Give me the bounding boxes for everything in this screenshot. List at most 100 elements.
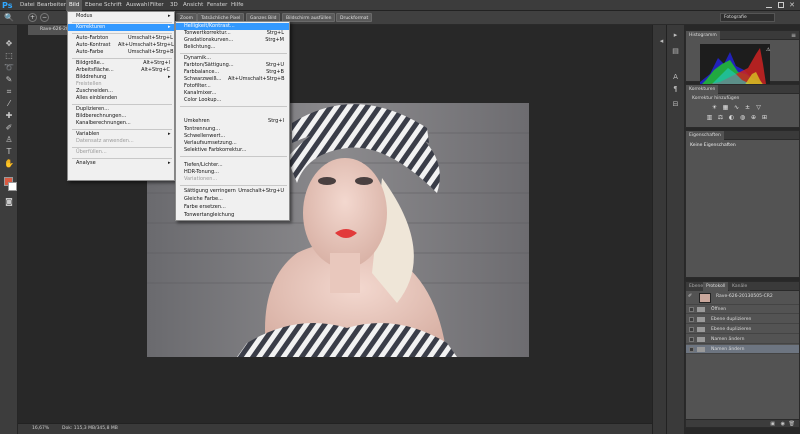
vibrance-icon[interactable]: ▽	[754, 104, 763, 112]
trash-icon[interactable]: 🗑	[789, 420, 795, 428]
tab-channels[interactable]: Kanäle	[729, 282, 751, 291]
color-lookup-icon[interactable]: ⊞	[760, 114, 769, 122]
tab-properties[interactable]: Eigenschaften	[686, 131, 724, 140]
menu-item-ueberfuellen[interactable]: Überfüllen...	[68, 149, 174, 156]
history-item-selected[interactable]: Namen ändern	[686, 345, 799, 354]
hue-saturation-icon[interactable]: ▥	[705, 114, 714, 122]
zoom-level[interactable]: 16,67%	[32, 424, 49, 434]
menu-item-kanalmixer[interactable]: Kanalmixer...	[176, 90, 289, 97]
menu-item-freistellen[interactable]: Freistellen	[68, 81, 174, 88]
menu-3d[interactable]: 3D	[170, 0, 178, 11]
lasso-tool-icon[interactable]: ➰	[3, 63, 15, 73]
menu-item-duplizieren[interactable]: Duplizieren...	[68, 106, 174, 113]
panel-menu-icon[interactable]: ≡	[791, 31, 796, 40]
brush-settings-icon[interactable]: ▤	[670, 47, 681, 56]
history-item[interactable]: Ebene duplizieren	[686, 315, 799, 324]
print-size-button[interactable]: Druckformat	[336, 13, 373, 22]
tab-history[interactable]: Protokoll	[703, 282, 729, 291]
menu-item-hdr-tonung[interactable]: HDR-Tonung...	[176, 169, 289, 176]
histogram-warning-icon[interactable]: ⚠	[766, 47, 770, 53]
exposure-icon[interactable]: ±	[743, 104, 752, 112]
zoom-in-icon[interactable]: +	[28, 13, 37, 22]
menu-item-kanalberechnungen[interactable]: Kanalberechnungen...	[68, 120, 174, 127]
fill-screen-button[interactable]: Bildschirm ausfüllen	[282, 13, 336, 22]
menu-item-farbton-saettigung[interactable]: Farbton/Sättigung... Strg+U	[176, 62, 289, 69]
tool-presets-icon[interactable]: ⊟	[670, 100, 681, 109]
menu-item-korrekturen[interactable]: Korrekturen ▸	[68, 24, 174, 31]
character-icon[interactable]: A	[670, 73, 681, 82]
menu-item-variablen[interactable]: Variablen ▸	[68, 131, 174, 138]
workspace-select[interactable]: Fotografie	[720, 13, 775, 22]
menu-fenster[interactable]: Fenster	[207, 0, 227, 11]
move-tool-icon[interactable]: ✥	[3, 39, 15, 49]
menu-item-verlaufsumsetzung[interactable]: Verlaufsumsetzung...	[176, 140, 289, 147]
menu-item-bildgroesse[interactable]: Bildgröße... Alt+Strg+I	[68, 60, 174, 67]
menu-item-auto-kontrast[interactable]: Auto-Kontrast Alt+Umschalt+Strg+L	[68, 42, 174, 49]
menu-item-analyse[interactable]: Analyse ▸	[68, 160, 174, 167]
menu-item-saettigung-verringern[interactable]: Sättigung verringern Umschalt+Strg+U	[176, 188, 289, 195]
menu-item-umkehren[interactable]: Umkehren Strg+I	[176, 118, 289, 125]
curves-icon[interactable]: ∿	[732, 104, 741, 112]
menu-item-selektive-farbkorrektur[interactable]: Selektive Farbkorrektur...	[176, 147, 289, 154]
menu-item-tontrennung[interactable]: Tontrennung...	[176, 126, 289, 133]
tab-corrections[interactable]: Korrekturen	[686, 85, 719, 94]
menu-item-tonwertangleichung[interactable]: Tonwertangleichung	[176, 212, 289, 219]
levels-icon[interactable]: ▦	[721, 104, 730, 112]
menu-item-gleiche-farbe[interactable]: Gleiche Farbe...	[176, 196, 289, 203]
color-balance-icon[interactable]: ⚖	[716, 114, 725, 122]
menu-item-helligkeit-kontrast[interactable]: Helligkeit/Kontrast...	[176, 23, 289, 30]
menu-item-zuschneiden[interactable]: Zuschneiden...	[68, 88, 174, 95]
menu-datei[interactable]: Datei	[20, 0, 35, 11]
camera-icon[interactable]: ◉	[781, 420, 785, 428]
close-icon[interactable]: ✕	[788, 0, 796, 10]
menu-item-gradationskurven[interactable]: Gradationskurven... Strg+M	[176, 37, 289, 44]
menu-item-tiefen-lichter[interactable]: Tiefen/Lichter...	[176, 162, 289, 169]
menu-item-variationen[interactable]: Variationen...	[176, 176, 289, 183]
menu-item-schwellenwert[interactable]: Schwellenwert...	[176, 133, 289, 140]
menu-bild[interactable]: Bild	[66, 0, 83, 11]
menu-bearbeiten[interactable]: Bearbeiten	[37, 0, 67, 11]
document-size[interactable]: Dok: 115,3 MB/345,8 MB	[62, 424, 118, 434]
menu-item-auto-farbton[interactable]: Auto-Farbton Umschalt+Strg+L	[68, 35, 174, 42]
paragraph-icon[interactable]: ¶	[670, 85, 681, 94]
healing-brush-icon[interactable]: ✚	[3, 111, 15, 121]
photo-filter-icon[interactable]: ◍	[738, 114, 747, 122]
menu-auswahl[interactable]: Auswahl	[126, 0, 149, 11]
hand-tool-icon[interactable]: ✋	[3, 159, 15, 169]
zoom-out-icon[interactable]: −	[40, 13, 49, 22]
menu-item-bildberechnungen[interactable]: Bildberechnungen...	[68, 113, 174, 120]
menu-ebene[interactable]: Ebene	[85, 0, 102, 11]
menu-item-datensatz-anwenden[interactable]: Datensatz anwenden...	[68, 138, 174, 145]
menu-item-dynamik[interactable]: Dynamik...	[176, 55, 289, 62]
collapse-arrows-icon[interactable]: ▸	[670, 31, 681, 40]
channel-mixer-icon[interactable]: ⊕	[749, 114, 758, 122]
history-item[interactable]: Ebene duplizieren	[686, 325, 799, 334]
menu-item-belichtung[interactable]: Belichtung...	[176, 44, 289, 51]
menu-item-farbe-ersetzen[interactable]: Farbe ersetzen...	[176, 204, 289, 211]
history-item[interactable]: Öffnen	[686, 305, 799, 314]
minimize-icon[interactable]	[766, 2, 772, 8]
menu-item-arbeitsflaeche[interactable]: Arbeitsfläche... Alt+Strg+C	[68, 67, 174, 74]
crop-tool-icon[interactable]: ⌗	[3, 87, 15, 97]
menu-item-farbbalance[interactable]: Farbbalance... Strg+B	[176, 69, 289, 76]
menu-item-schwarzweiss[interactable]: Schwarzweiß... Alt+Umschalt+Strg+B	[176, 76, 289, 83]
menu-item-fotofilter[interactable]: Fotofilter...	[176, 83, 289, 90]
menu-item-modus[interactable]: Modus ▸	[68, 13, 174, 20]
zoom-tool-icon[interactable]: 🔍	[4, 12, 16, 23]
menu-hilfe[interactable]: Hilfe	[231, 0, 244, 11]
brush-tool-icon[interactable]: ✐	[3, 123, 15, 133]
black-white-icon[interactable]: ◐	[727, 114, 736, 122]
stamp-tool-icon[interactable]: ♙	[3, 135, 15, 145]
menu-filter[interactable]: Filter	[150, 0, 164, 11]
menu-ansicht[interactable]: Ansicht	[183, 0, 203, 11]
brush-source-icon[interactable]: ✐	[688, 293, 694, 301]
maximize-icon[interactable]	[778, 2, 784, 8]
menu-item-bilddrehung[interactable]: Bilddrehung ▸	[68, 74, 174, 81]
quick-mask-icon[interactable]: ◙	[3, 197, 15, 207]
menu-item-tonwertkorrektur[interactable]: Tonwertkorrektur... Strg+L	[176, 30, 289, 37]
marquee-tool-icon[interactable]: ⬚	[3, 51, 15, 61]
history-item[interactable]: Namen ändern	[686, 335, 799, 344]
history-snapshot[interactable]: ✐ Rave-626-20130505-CR2	[686, 291, 799, 305]
brightness-icon[interactable]: ☀	[710, 104, 719, 112]
text-tool-icon[interactable]: T	[3, 147, 15, 157]
